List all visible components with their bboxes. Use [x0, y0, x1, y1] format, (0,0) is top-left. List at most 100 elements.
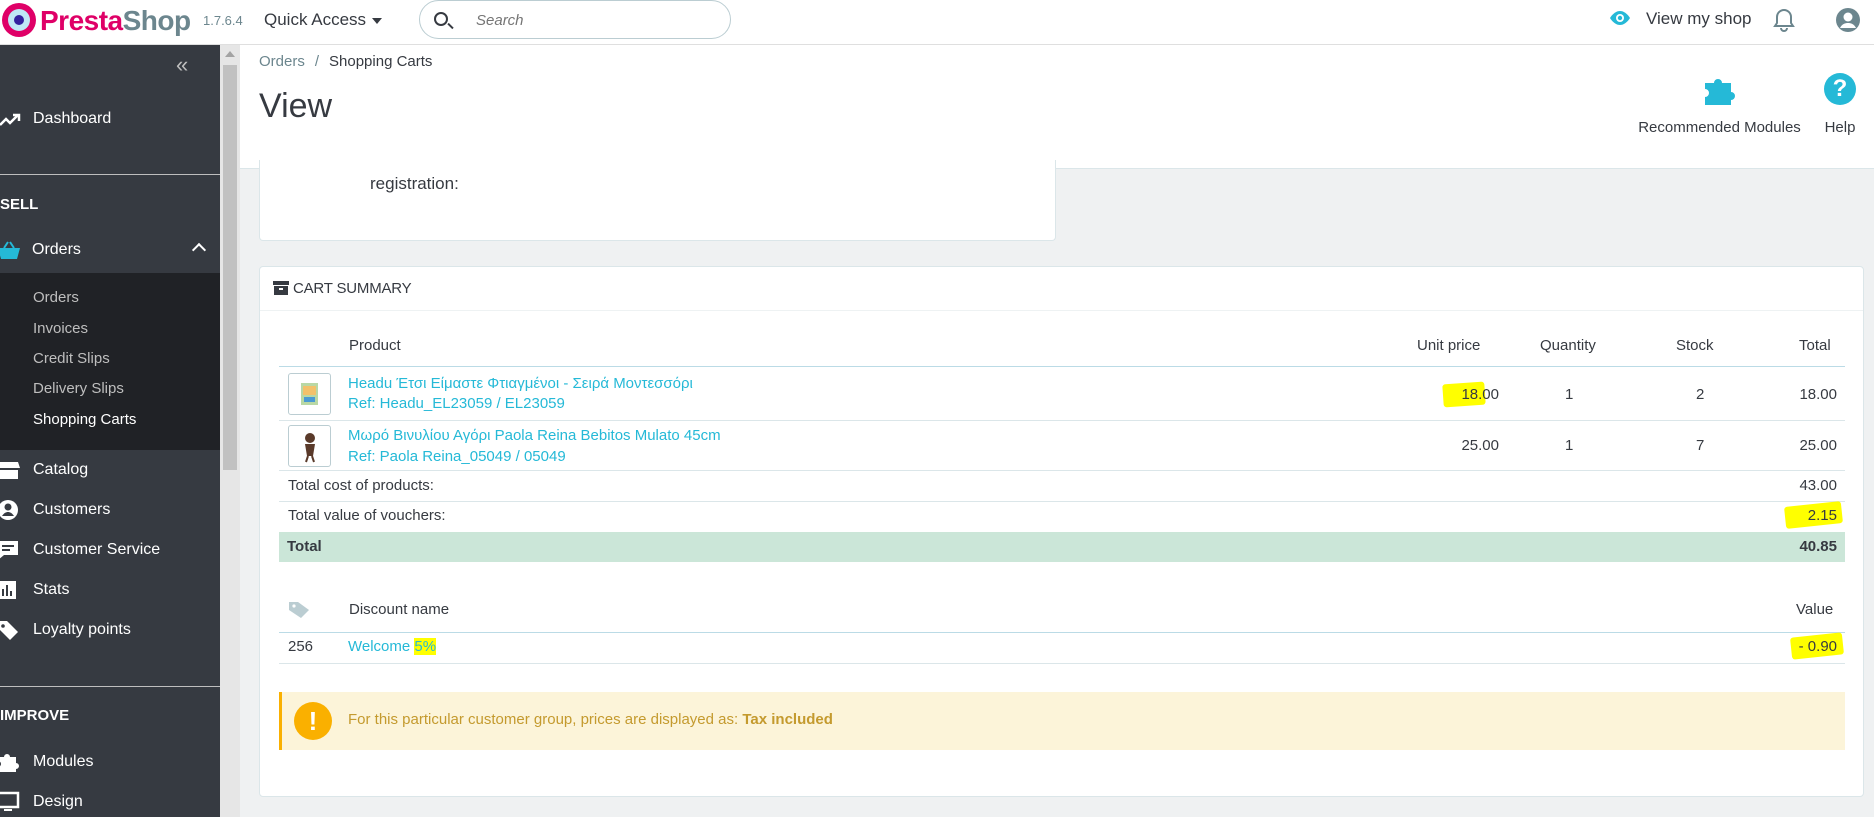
breadcrumb-orders[interactable]: Orders [259, 53, 305, 70]
divider [0, 174, 220, 175]
quick-access-dropdown[interactable]: Quick Access [264, 10, 383, 30]
grand-total-value: 40.85 [1799, 538, 1837, 555]
sidebar-subitem-delivery-slips[interactable]: Delivery Slips [33, 380, 124, 397]
discount-value: - 0.90 [1798, 638, 1837, 655]
column-header-product: Product [349, 337, 401, 354]
scroll-up-arrow-icon[interactable] [225, 51, 235, 57]
eye-icon[interactable] [1608, 10, 1632, 26]
product-ref-link[interactable]: Ref: Paola Reina_05049 / 05049 [348, 448, 566, 465]
breadcrumb-current: Shopping Carts [329, 53, 433, 70]
view-my-shop-link[interactable]: View my shop [1646, 9, 1752, 29]
alert-strong: Tax included [742, 711, 833, 728]
page-header: Orders / Shopping Carts View Recommended M… [240, 45, 1874, 169]
chevron-up-icon[interactable] [191, 242, 207, 258]
discount-name-link[interactable]: Welcome 5% [348, 638, 437, 655]
unit-price: 25.00 [1461, 437, 1499, 454]
sidebar-subitem-orders[interactable]: Orders [33, 289, 79, 306]
sidebar-item-label: Stats [33, 581, 70, 598]
sidebar-item-label: Catalog [33, 461, 89, 478]
sidebar: « Dashboard SELL Orders Orders Invoices … [0, 45, 220, 817]
divider [279, 632, 1845, 633]
divider [279, 663, 1845, 664]
sidebar-scroll-thumb[interactable] [223, 65, 237, 470]
customer-icon [0, 500, 18, 520]
help-button[interactable]: ? Help [1818, 73, 1862, 136]
sidebar-item-loyalty-points[interactable]: Loyalty points [0, 612, 220, 648]
brand-post: Shop [122, 5, 192, 36]
help-icon: ? [1824, 73, 1856, 105]
quick-access-label: Quick Access [264, 10, 367, 29]
sidebar-item-design[interactable]: Design [0, 784, 220, 817]
page-title: View [259, 87, 333, 125]
product-link[interactable]: Μωρό Βινυλίου Αγόρι Paola Reina Bebitos … [348, 427, 721, 444]
divider [279, 470, 1845, 471]
sidebar-item-label: Orders [32, 241, 81, 258]
sidebar-item-label: Customers [33, 501, 111, 518]
breadcrumb-separator: / [314, 53, 320, 70]
grand-total-label: Total [287, 538, 322, 555]
column-header-discount-name: Discount name [349, 601, 450, 618]
stock: 2 [1696, 386, 1705, 403]
help-label: Help [1824, 119, 1856, 136]
version-label: 1.7.6.4 [203, 13, 243, 28]
product-link[interactable]: Headu Έτσι Είμαστε Φτιαγμένοι - Σειρά Μο… [348, 375, 693, 392]
sidebar-item-catalog[interactable]: Catalog [0, 452, 220, 488]
column-header-value: Value [1796, 601, 1834, 618]
sidebar-item-label: Modules [33, 753, 94, 770]
total-products-label: Total cost of products: [288, 477, 434, 494]
sidebar-item-orders[interactable]: Orders [0, 229, 220, 273]
customer-card: registration: [259, 160, 1056, 241]
product-ref-link[interactable]: Ref: Headu_EL23059 / EL23059 [348, 395, 565, 412]
tax-info-alert: ! For this particular customer group, pr… [279, 692, 1845, 750]
sidebar-item-modules[interactable]: Modules [0, 744, 220, 780]
cart-summary-card: CART SUMMARY Product Unit price Quantity… [259, 266, 1864, 797]
exclamation-icon: ! [294, 702, 332, 740]
row-total: 25.00 [1799, 437, 1837, 454]
prestashop-logo-icon[interactable] [2, 3, 36, 37]
sidebar-subitem-credit-slips[interactable]: Credit Slips [33, 350, 110, 367]
recommended-modules-button[interactable]: Recommended Modules [1632, 73, 1807, 136]
store-icon [0, 462, 20, 479]
total-products-value: 43.00 [1799, 477, 1837, 494]
sidebar-item-label: Customer Service [33, 541, 161, 558]
alert-message: For this particular customer group, pric… [348, 711, 739, 728]
recommended-modules-label: Recommended Modules [1638, 119, 1801, 136]
search-input[interactable] [476, 9, 716, 31]
discount-percent: 5% [414, 638, 437, 655]
quantity: 1 [1565, 437, 1574, 454]
breadcrumb: Orders / Shopping Carts [259, 53, 432, 70]
puzzle-icon [0, 754, 19, 772]
product-thumbnail[interactable] [288, 373, 331, 415]
search-icon[interactable] [434, 12, 448, 26]
unit-price: 18.00 [1461, 386, 1499, 403]
chat-icon [0, 541, 18, 559]
user-account-icon[interactable] [1835, 7, 1861, 33]
discount-name: Welcome [348, 638, 411, 655]
product-thumbnail[interactable] [288, 425, 331, 467]
bell-icon[interactable] [1773, 7, 1795, 33]
product-image [301, 383, 318, 405]
divider [279, 420, 1845, 421]
divider [279, 501, 1845, 502]
orders-menu: Orders Orders Invoices Credit Slips Deli… [0, 229, 220, 450]
divider [0, 686, 220, 687]
row-total: 18.00 [1799, 386, 1837, 403]
column-header-unit-price: Unit price [1417, 337, 1481, 354]
sidebar-subitem-shopping-carts[interactable]: Shopping Carts [33, 411, 136, 428]
collapse-sidebar-icon[interactable]: « [176, 54, 194, 76]
grand-total-row: Total 40.85 [279, 532, 1845, 562]
sidebar-item-label: Dashboard [33, 110, 112, 127]
brand-name[interactable]: PrestaShop [40, 5, 191, 37]
alert-text: For this particular customer group, pric… [348, 711, 833, 728]
brand-pre: Presta [40, 5, 123, 36]
tag-icon [289, 602, 309, 618]
sidebar-item-customer-service[interactable]: Customer Service [0, 532, 220, 568]
sidebar-item-stats[interactable]: Stats [0, 572, 220, 608]
search-box[interactable] [419, 0, 731, 39]
sidebar-subitem-invoices[interactable]: Invoices [33, 320, 88, 337]
total-vouchers-value: 2.15 [1807, 507, 1837, 524]
sidebar-item-dashboard[interactable]: Dashboard [0, 101, 220, 137]
sidebar-item-label: Design [33, 793, 83, 810]
sidebar-item-customers[interactable]: Customers [0, 492, 220, 528]
archive-icon [273, 281, 289, 295]
